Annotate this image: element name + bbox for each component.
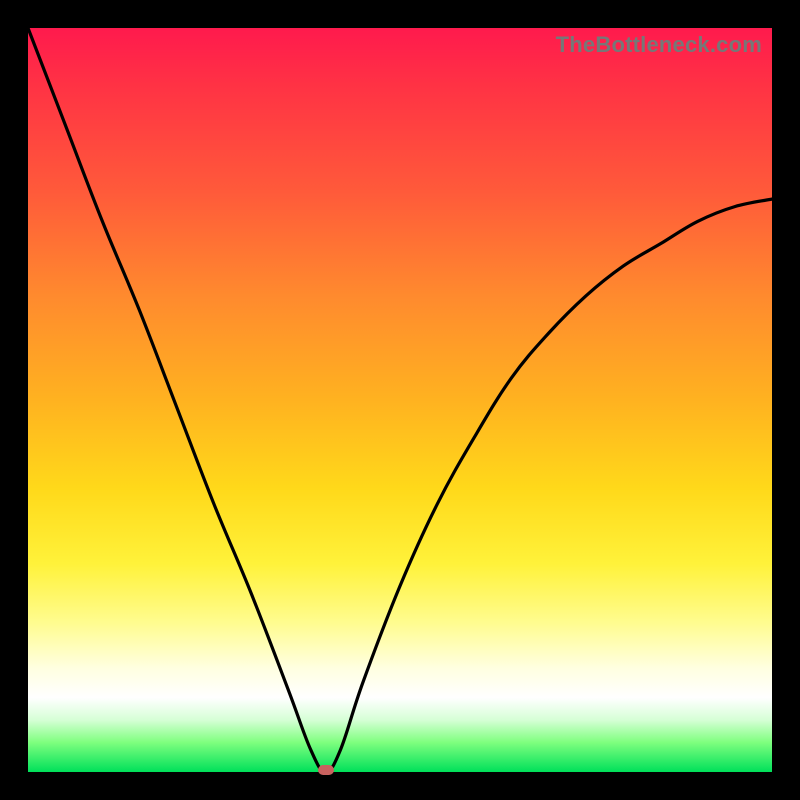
- bottleneck-curve: [28, 28, 772, 772]
- plot-area: TheBottleneck.com: [28, 28, 772, 772]
- minimum-marker: [318, 765, 334, 775]
- chart-frame: TheBottleneck.com: [0, 0, 800, 800]
- curve-path: [28, 28, 772, 772]
